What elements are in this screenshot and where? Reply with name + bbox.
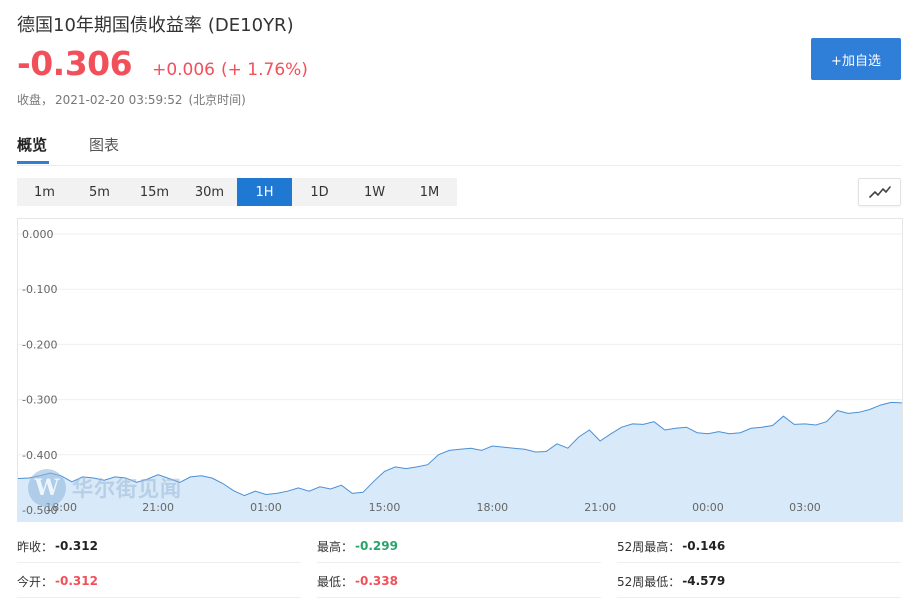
watermark: W 华尔街见闻: [28, 469, 182, 507]
watermark-text: 华尔街见闻: [72, 476, 182, 501]
line-chart-icon: [868, 186, 891, 198]
range-button-15m[interactable]: 15m: [127, 178, 182, 206]
market-status: 收盘， 2021-02-20 03:59:52 (北京时间): [17, 91, 246, 108]
price-change: +0.006: [152, 60, 215, 80]
status-label: 收盘，: [17, 93, 54, 107]
tab-overview[interactable]: 概览: [17, 134, 47, 155]
stat-label: 最高：: [317, 539, 354, 554]
status-timezone: (北京时间): [188, 93, 246, 107]
price-row: -0.306 +0.006 (+ 1.76%): [17, 44, 308, 88]
stat-label: 52周最高：: [617, 539, 681, 554]
x-tick-label: 00:00: [692, 501, 724, 514]
stat-52w-low: 52周最低： -4.579: [617, 565, 901, 598]
current-price: -0.306: [17, 44, 133, 83]
security-name: 德国10年期国债收益率: [17, 15, 202, 36]
security-title: 德国10年期国债收益率 (DE10YR): [17, 11, 294, 37]
stats-panel: 昨收： -0.312 最高： -0.299 52周最高： -0.146 今开： -0.3…: [17, 530, 901, 603]
price-chart[interactable]: 0.000 -0.100 -0.200 -0.300 -0.400 -0.500 18:00…: [17, 218, 903, 522]
stat-open: 今开： -0.312: [17, 565, 301, 598]
stat-prev-close: 昨收： -0.312: [17, 530, 301, 563]
x-tick-label: 21:00: [584, 501, 616, 514]
range-button-1m[interactable]: 1m: [17, 178, 72, 206]
y-tick-label: -0.400: [22, 449, 57, 462]
stat-label: 昨收：: [17, 539, 54, 554]
stat-52w-high: 52周最高： -0.146: [617, 530, 901, 563]
range-button-1mo[interactable]: 1M: [402, 178, 457, 206]
range-button-5m[interactable]: 5m: [72, 178, 127, 206]
stat-value: -0.312: [55, 574, 98, 588]
x-tick-label: 15:00: [369, 501, 401, 514]
stat-high: 最高： -0.299: [317, 530, 601, 563]
y-tick-label: -0.300: [22, 394, 57, 407]
tab-bar: 概览 图表: [17, 124, 901, 166]
price-change-percent: (+ 1.76%): [221, 60, 308, 80]
stat-label: 52周最低：: [617, 574, 681, 589]
stat-value: -0.146: [682, 539, 726, 553]
tab-chart[interactable]: 图表: [89, 134, 119, 155]
range-button-30m[interactable]: 30m: [182, 178, 237, 206]
stat-value: -0.338: [355, 574, 398, 588]
range-button-1h[interactable]: 1H: [237, 178, 292, 206]
active-tab-indicator: [17, 161, 49, 164]
watermark-logo: W: [28, 469, 66, 507]
y-tick-label: -0.100: [22, 283, 57, 296]
chart-type-toggle[interactable]: [858, 178, 901, 206]
stat-label: 最低：: [317, 574, 354, 589]
x-tick-label: 18:00: [476, 501, 508, 514]
x-tick-label: 01:00: [250, 501, 282, 514]
y-tick-label: -0.200: [22, 338, 57, 351]
x-tick-label: 03:00: [789, 501, 821, 514]
stat-value: -0.312: [55, 539, 98, 553]
y-tick-label: 0.000: [22, 228, 54, 241]
status-timestamp: 2021-02-20 03:59:52: [55, 93, 183, 107]
range-button-1w[interactable]: 1W: [347, 178, 402, 206]
stat-low: 最低： -0.338: [317, 565, 601, 598]
security-code: (DE10YR): [207, 15, 294, 36]
stat-label: 今开：: [17, 574, 54, 589]
stat-value: -4.579: [682, 574, 726, 588]
add-to-watchlist-button[interactable]: +加自选: [811, 38, 901, 80]
time-range-selector: 1m 5m 15m 30m 1H 1D 1W 1M: [17, 178, 457, 206]
range-button-1d[interactable]: 1D: [292, 178, 347, 206]
stat-value: -0.299: [355, 539, 398, 553]
